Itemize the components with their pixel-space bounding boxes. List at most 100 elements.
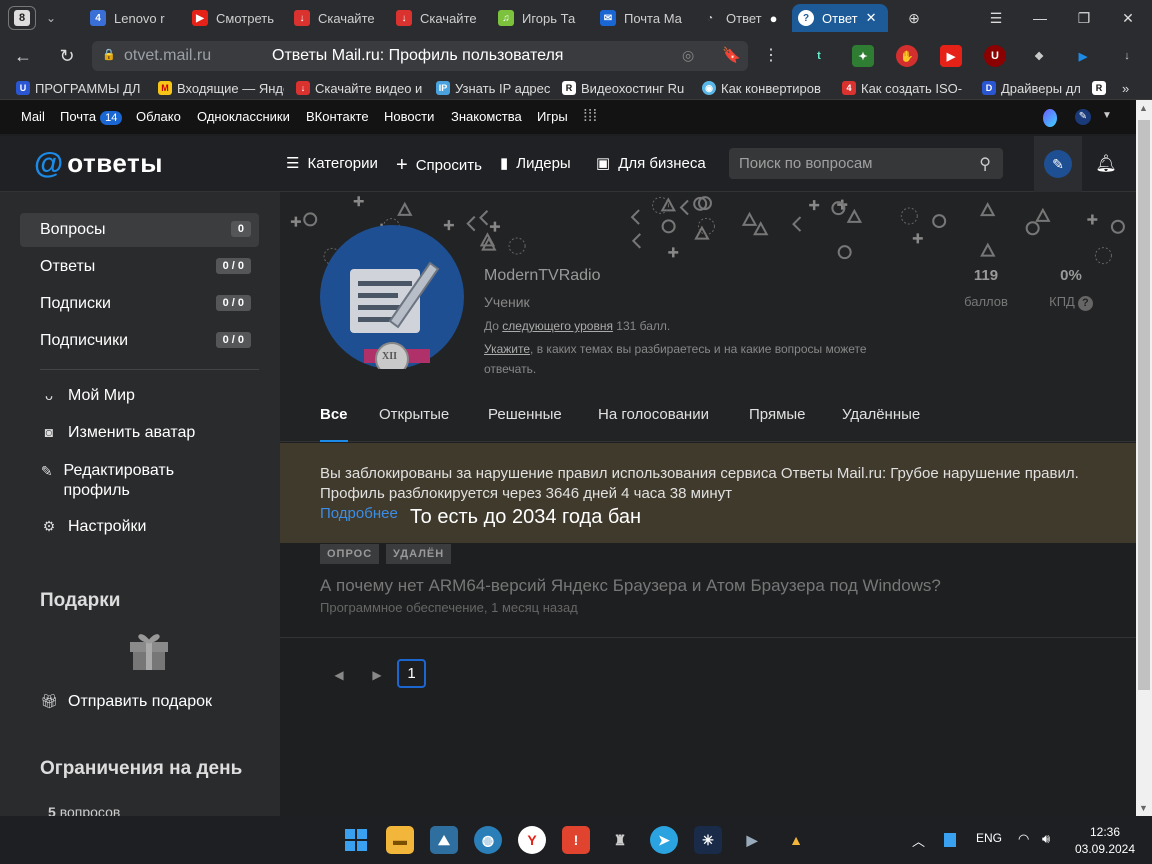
nav-categories[interactable]: ☰ Категории xyxy=(286,154,378,173)
chevron-down-icon[interactable]: ⌄ xyxy=(40,8,62,28)
scroll-up-icon[interactable]: ▲ xyxy=(1139,103,1148,113)
bookmark-item[interactable]: ↓ Скачайте видео и xyxy=(296,79,424,97)
photos-icon[interactable]: ⛰ xyxy=(430,826,458,854)
otvety-logo[interactable]: @ ответы xyxy=(34,148,163,179)
ext-t-icon[interactable]: t xyxy=(808,45,830,67)
browser-tab[interactable]: ◔ Ответ ● xyxy=(696,4,786,32)
wifi-icon[interactable]: ◠ xyxy=(1018,831,1029,847)
close-window-icon[interactable]: ✕ xyxy=(1114,6,1142,30)
nav-ask[interactable]: + Спросить xyxy=(396,154,482,177)
portal-link-ok[interactable]: Одноклассники xyxy=(197,109,290,124)
bookmark-item[interactable]: R xyxy=(1092,79,1108,97)
topics-hint-link[interactable]: Укажите xyxy=(484,342,530,356)
nav-leaders[interactable]: ▮ Лидеры xyxy=(500,154,571,173)
tab-all[interactable]: Все xyxy=(320,406,348,442)
more-bookmarks-icon[interactable]: » xyxy=(1122,79,1136,97)
profile-avatar-button[interactable]: ✎ xyxy=(1034,136,1082,192)
portal-link-news[interactable]: Новости xyxy=(384,109,434,124)
volume-icon[interactable]: 🔊︎ xyxy=(1042,831,1050,847)
browser-tab-active[interactable]: ? Ответ ✕ xyxy=(792,4,888,32)
tab-deleted[interactable]: Удалённые xyxy=(842,406,920,423)
new-tab-icon[interactable]: ⊕ xyxy=(900,6,928,30)
protect-icon[interactable]: ◎ xyxy=(682,47,694,64)
language-indicator[interactable]: ENG xyxy=(976,831,1002,845)
help-icon[interactable]: ? xyxy=(1077,296,1093,311)
browser-tab[interactable]: ↓ Скачайте xyxy=(288,4,386,32)
restore-icon[interactable]: ❐ xyxy=(1070,6,1098,30)
tray-chevron-icon[interactable]: ︿ xyxy=(912,831,925,850)
clock[interactable]: 12:36 03.09.2024 xyxy=(1070,824,1140,858)
question-title[interactable]: А почему нет ARM64-версий Яндекс Браузер… xyxy=(320,576,941,596)
back-icon[interactable]: ← xyxy=(10,44,36,68)
bookmark-item[interactable]: ◉ Как конвертиров xyxy=(702,79,832,97)
user-avatar-small[interactable]: ✎ xyxy=(1075,109,1091,125)
browser-tab[interactable]: ♫ Игорь Та xyxy=(492,4,590,32)
sidebar-item-subscriptions[interactable]: Подписки 0 / 0 xyxy=(20,287,259,321)
browser-tab[interactable]: ▶ Смотреть xyxy=(186,4,284,32)
globe-app-icon[interactable]: ◍ xyxy=(474,826,502,854)
sidebar-link-settings[interactable]: ⚙ Настройки xyxy=(40,518,147,536)
scroll-thumb[interactable] xyxy=(1138,120,1150,690)
bookmark-item[interactable]: IP Узнать IP адрес xyxy=(436,79,556,97)
ban-more-link[interactable]: Подробнее xyxy=(320,505,398,522)
sidebar-link-change-avatar[interactable]: ◙ Изменить аватар xyxy=(40,424,196,442)
search-input[interactable] xyxy=(739,153,969,173)
sidebar-item-answers[interactable]: Ответы 0 / 0 xyxy=(20,250,259,284)
bookmark-item[interactable]: U ПРОГРАММЫ ДЛ xyxy=(16,79,156,97)
ext-color-icon[interactable]: ✦ xyxy=(852,45,874,67)
reload-icon[interactable]: ↻ xyxy=(54,44,80,68)
bookmark-item[interactable]: D Драйверы дл xyxy=(982,79,1080,97)
nav-business[interactable]: ▣ Для бизнеса xyxy=(596,154,706,173)
ext-ublock-icon[interactable]: U xyxy=(984,45,1006,67)
search-icon[interactable]: ⚲ xyxy=(979,154,991,174)
page-number-current[interactable]: 1 xyxy=(397,659,426,688)
browser-tab[interactable]: ↓ Скачайте xyxy=(390,4,488,32)
page-scrollbar[interactable]: ▲ ▼ xyxy=(1136,100,1152,816)
next-level-link[interactable]: следующего уровня xyxy=(502,319,613,333)
portal-link-dating[interactable]: Знакомства xyxy=(451,109,522,124)
browser-tab[interactable]: 4 Lenovo r xyxy=(84,4,182,32)
url-field[interactable]: 🔒 otvet.mail.ru Ответы Mail.ru: Профиль … xyxy=(92,41,748,71)
sidebar-link-my-world[interactable]: ᴗ Мой Мир xyxy=(40,387,135,405)
app-icon-figure[interactable]: ♜ xyxy=(606,826,634,854)
portal-link-vk[interactable]: ВКонтакте xyxy=(306,109,369,124)
ext-play-icon[interactable]: ▶ xyxy=(1072,45,1094,67)
browser-tab[interactable]: ✉ Почта Ма xyxy=(594,4,692,32)
portal-link-mail[interactable]: Mail xyxy=(21,109,45,124)
tab-open[interactable]: Открытые xyxy=(379,406,449,423)
next-page-icon[interactable]: ▶ xyxy=(368,668,386,682)
menu-icon[interactable]: ☰ xyxy=(982,6,1010,30)
send-gift-link[interactable]: 🎁︎ Отправить подарок xyxy=(40,693,212,711)
caret-down-icon[interactable]: ▼ xyxy=(1102,110,1112,121)
bookmark-icon[interactable]: 🔖 xyxy=(722,46,741,64)
sidebar-item-questions[interactable]: Вопросы 0 xyxy=(20,213,259,247)
profile-avatar[interactable]: XII xyxy=(320,225,464,376)
prev-page-icon[interactable]: ◀ xyxy=(330,668,348,682)
bookmark-item[interactable]: R Видеохостинг Ru xyxy=(562,79,690,97)
alice-icon[interactable] xyxy=(1043,109,1057,127)
yandex-browser-icon[interactable]: Y xyxy=(518,826,546,854)
file-explorer-icon[interactable]: ▬ xyxy=(386,826,414,854)
tray-app-icon[interactable] xyxy=(944,833,956,847)
more-vertical-icon[interactable]: ⋮ xyxy=(758,44,784,68)
app-icon-dark[interactable]: ✳ xyxy=(694,826,722,854)
notifications-button[interactable]: 🔔︎ xyxy=(1082,136,1130,192)
app-icon-warning[interactable]: ! xyxy=(562,826,590,854)
tab-direct[interactable]: Прямые xyxy=(749,406,806,423)
minimize-icon[interactable]: — xyxy=(1026,6,1054,30)
tab-count-button[interactable]: 8 xyxy=(8,6,36,30)
ext-adblock-icon[interactable]: ✋ xyxy=(896,45,918,67)
scroll-down-icon[interactable]: ▼ xyxy=(1139,803,1148,813)
ext-youtube-icon[interactable]: ▶ xyxy=(940,45,962,67)
sidebar-item-subscribers[interactable]: Подписчики 0 / 0 xyxy=(20,324,259,358)
tab-voting[interactable]: На голосовании xyxy=(598,406,709,423)
bookmark-item[interactable]: M Входящие — Янде xyxy=(158,79,284,97)
telegram-icon[interactable]: ➤ xyxy=(650,826,678,854)
portal-link-oblako[interactable]: Облако xyxy=(136,109,181,124)
downloads-icon[interactable]: ↓ xyxy=(1116,45,1138,67)
portal-link-pochta[interactable]: Почта 14 xyxy=(60,109,123,125)
video-app-icon[interactable]: ▶ xyxy=(738,826,766,854)
apps-grid-icon[interactable]: ⁞⁞⁞ xyxy=(583,106,597,126)
ext-puzzle-icon[interactable]: ❖ xyxy=(1028,45,1050,67)
tab-solved[interactable]: Решенные xyxy=(488,406,562,423)
